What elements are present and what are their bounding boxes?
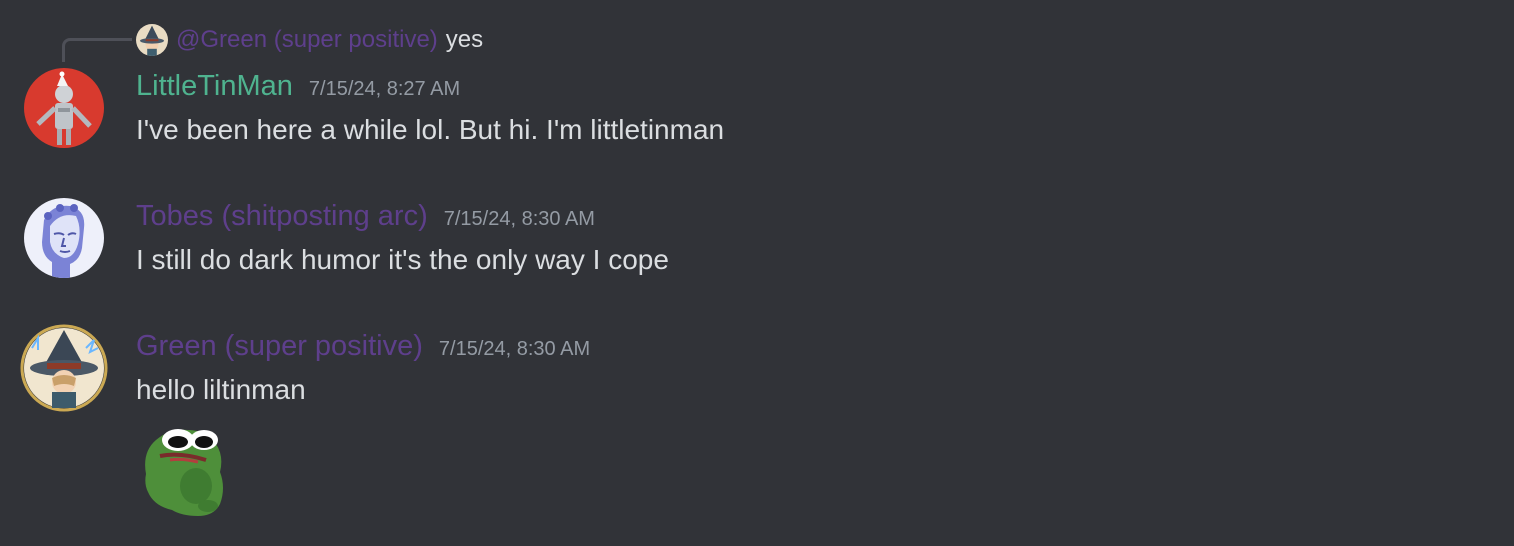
sad-frog-sticker[interactable] <box>136 418 236 518</box>
message-header: Tobes (shitposting arc) 7/15/24, 8:30 AM <box>136 200 595 233</box>
tin-man-avatar[interactable] <box>24 68 104 148</box>
username[interactable]: LittleTinMan <box>136 70 293 103</box>
message-header: Green (super positive) 7/15/24, 8:30 AM <box>136 330 590 363</box>
reply-text[interactable]: yes <box>446 26 483 54</box>
timestamp[interactable]: 7/15/24, 8:30 AM <box>444 208 595 231</box>
username[interactable]: Green (super positive) <box>136 330 423 363</box>
message-header: LittleTinMan 7/15/24, 8:27 AM <box>136 70 460 103</box>
wizard-avatar-small[interactable] <box>136 24 168 56</box>
message-text: I've been here a while lol. But hi. I'm … <box>136 114 725 145</box>
timestamp[interactable]: 7/15/24, 8:27 AM <box>309 78 460 101</box>
reply-mention[interactable]: @Green (super positive) <box>176 26 438 54</box>
statue-avatar[interactable] <box>24 198 104 278</box>
chat-log: @Green (super positive) yes LittleTinMan… <box>0 0 1514 546</box>
reply-connector <box>62 38 132 62</box>
reply-preview[interactable]: @Green (super positive) yes <box>136 24 483 56</box>
wizard-avatar[interactable] <box>20 324 108 412</box>
message-text: hello liltinman <box>136 374 306 405</box>
timestamp[interactable]: 7/15/24, 8:30 AM <box>439 338 590 361</box>
message-text: I still do dark humor it's the only way … <box>136 244 669 275</box>
username[interactable]: Tobes (shitposting arc) <box>136 200 428 233</box>
